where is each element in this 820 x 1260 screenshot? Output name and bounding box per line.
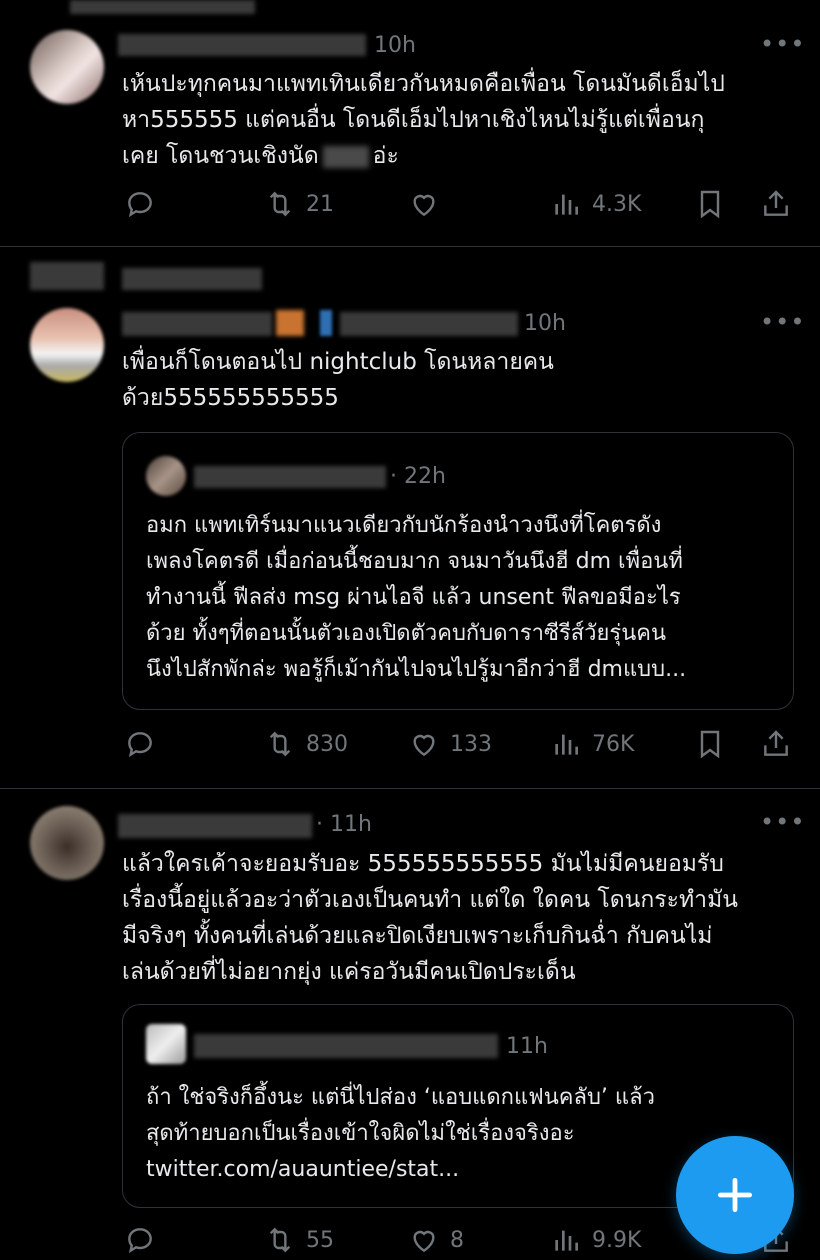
quote-line: ถ้า ใช่จริงก็อึ้งนะ แต่นี่ไปส่อง ‘แอบแดก… [146,1085,655,1110]
avatar[interactable] [30,30,104,104]
views-icon [555,1230,578,1251]
avatar[interactable] [30,308,104,382]
views-button[interactable]: 9.9K [550,1224,641,1256]
redacted-quoted-username[interactable] [194,1034,498,1058]
tweet-text: เห้นปะทุกคนมาแพทเทินเดียวกันหมดคือเพื่อน… [122,66,802,174]
avatar[interactable] [30,806,104,880]
share-button[interactable] [760,728,792,760]
redacted-header [70,0,255,14]
views-count: 9.9K [592,1227,642,1253]
tweet-line: เคย โดนชวนเชิงนัด อ่ะ [122,138,802,174]
quote-line: ทำงานนี้ ฟีลส่ง msg ผ่านไอจี แล้ว unsent… [146,585,681,610]
tweet-line: แล้วใครเค้าจะยอมรับอะ 555555555555 มันไม… [122,851,724,877]
redacted-username[interactable] [118,814,312,838]
tweet-text: แล้วใครเค้าจะยอมรับอะ 555555555555 มันไม… [122,846,812,990]
like-button[interactable]: 8 [408,1224,464,1256]
tweet-line-part: อ่ะ [372,143,399,169]
retweet-icon [269,191,291,217]
reply-icon [128,192,152,218]
tweet-time[interactable]: 10h [374,33,416,58]
redacted-badge [320,310,332,336]
quoted-text: อมก แพทเทิร์นมาแนวเดียวกับนักร้องนำวงนึง… [146,508,782,688]
tweet-line: เห้นปะทุกคนมาแพทเทินเดียวกันหมดคือเพื่อน… [122,71,725,97]
divider [0,788,820,789]
like-count: 133 [450,731,492,757]
tweet-line: หา555555 แต่คนอื่น โดนดีเอ็มไปหาเชิงไหนไ… [122,107,705,133]
bookmark-icon [700,730,720,759]
divider [0,246,820,247]
tweet-line: เล่นด้วยที่ไม่อยากยุ่ง แค่รอวันมีคนเปิดป… [122,959,576,985]
redacted-context-label [122,268,262,290]
redacted-username[interactable] [118,34,366,56]
quote-line: สุดท้ายบอกเป็นเรื่องเข้าใจผิดไม่ใช่เรื่อ… [146,1121,575,1146]
views-button[interactable]: 76K [550,728,634,760]
tweet-line: ด้วย555555555555 [122,385,339,411]
quote-line: อมก แพทเทิร์นมาแนวเดียวกับนักร้องนำวงนึง… [146,513,662,538]
share-icon [764,730,788,756]
reply-icon [128,732,152,758]
quoted-avatar[interactable] [146,456,186,496]
reply-button[interactable] [124,1224,166,1256]
quoted-avatar[interactable] [146,1024,186,1064]
redacted-badge [276,310,304,336]
retweet-count: 830 [306,731,348,757]
compose-button[interactable] [676,1136,794,1254]
quoted-time[interactable]: 11h [506,1034,548,1059]
redacted-username[interactable] [122,312,272,336]
redacted-quoted-username[interactable] [194,466,386,488]
like-button[interactable] [408,188,450,220]
tweet-time-value: 11h [330,812,372,837]
reply-button[interactable] [124,728,166,760]
bookmark-button[interactable] [694,728,726,760]
quote-line: เพลงโคตรดี เมื่อก่อนนี้ชอบมาก จนมาวันนึง… [146,549,683,574]
quoted-time[interactable]: · 22h [390,464,446,489]
tweet-time[interactable]: · 11h [316,812,372,837]
views-count: 4.3K [592,191,642,217]
heart-icon [413,734,435,757]
views-button[interactable]: 4.3K [550,188,641,220]
views-icon [555,734,578,755]
redacted-handle[interactable] [340,312,518,336]
retweet-count: 21 [306,191,334,217]
redacted-word [322,145,369,168]
bookmark-icon [700,190,720,219]
tweet-text: เพื่อนก็โดนตอนไป nightclub โดนหลายคน ด้ว… [122,344,802,416]
quote-line: ด้วย ทั้งๆที่ตอนนั้นตัวเองเปิดตัวคบกับดา… [146,621,667,646]
heart-icon [413,194,435,217]
retweet-button[interactable]: 55 [264,1224,334,1256]
tweet-line: เรื่องนี้อยู่แล้วอะว่าตัวเองเป็นคนทำ แต่… [122,887,738,913]
like-count: 8 [450,1227,464,1253]
bookmark-button[interactable] [694,188,726,220]
retweet-button[interactable]: 830 [264,728,348,760]
retweet-button[interactable]: 21 [264,188,334,220]
quote-line: นึงไปสักพักล่ะ พอรู้ก็เม้ากันไปจนไปรู้มา… [146,657,687,682]
tweet-line: เพื่อนก็โดนตอนไป nightclub โดนหลายคน [122,349,554,375]
like-button[interactable]: 133 [408,728,492,760]
views-icon [555,194,578,215]
share-icon [764,190,788,216]
redacted-context [30,262,104,290]
heart-icon [413,1230,435,1253]
share-button[interactable] [760,188,792,220]
reply-icon [128,1228,152,1254]
tweet-line: มีจริงๆ ทั้งคนที่เล่นด้วยและปิดเงียบเพรา… [122,923,713,949]
tweet-line-part: เคย โดนชวนเชิงนัด [122,143,319,169]
quoted-time-value: 22h [404,464,446,489]
views-count: 76K [592,731,635,757]
retweet-count: 55 [306,1227,334,1253]
tweet-time[interactable]: 10h [524,311,566,336]
retweet-icon [269,731,291,757]
reply-button[interactable] [124,188,166,220]
more-options-icon[interactable]: ••• [760,30,805,58]
more-options-icon[interactable]: ••• [760,808,805,836]
more-options-icon[interactable]: ••• [760,308,805,336]
retweet-icon [269,1227,291,1253]
plus-icon [717,1177,753,1213]
